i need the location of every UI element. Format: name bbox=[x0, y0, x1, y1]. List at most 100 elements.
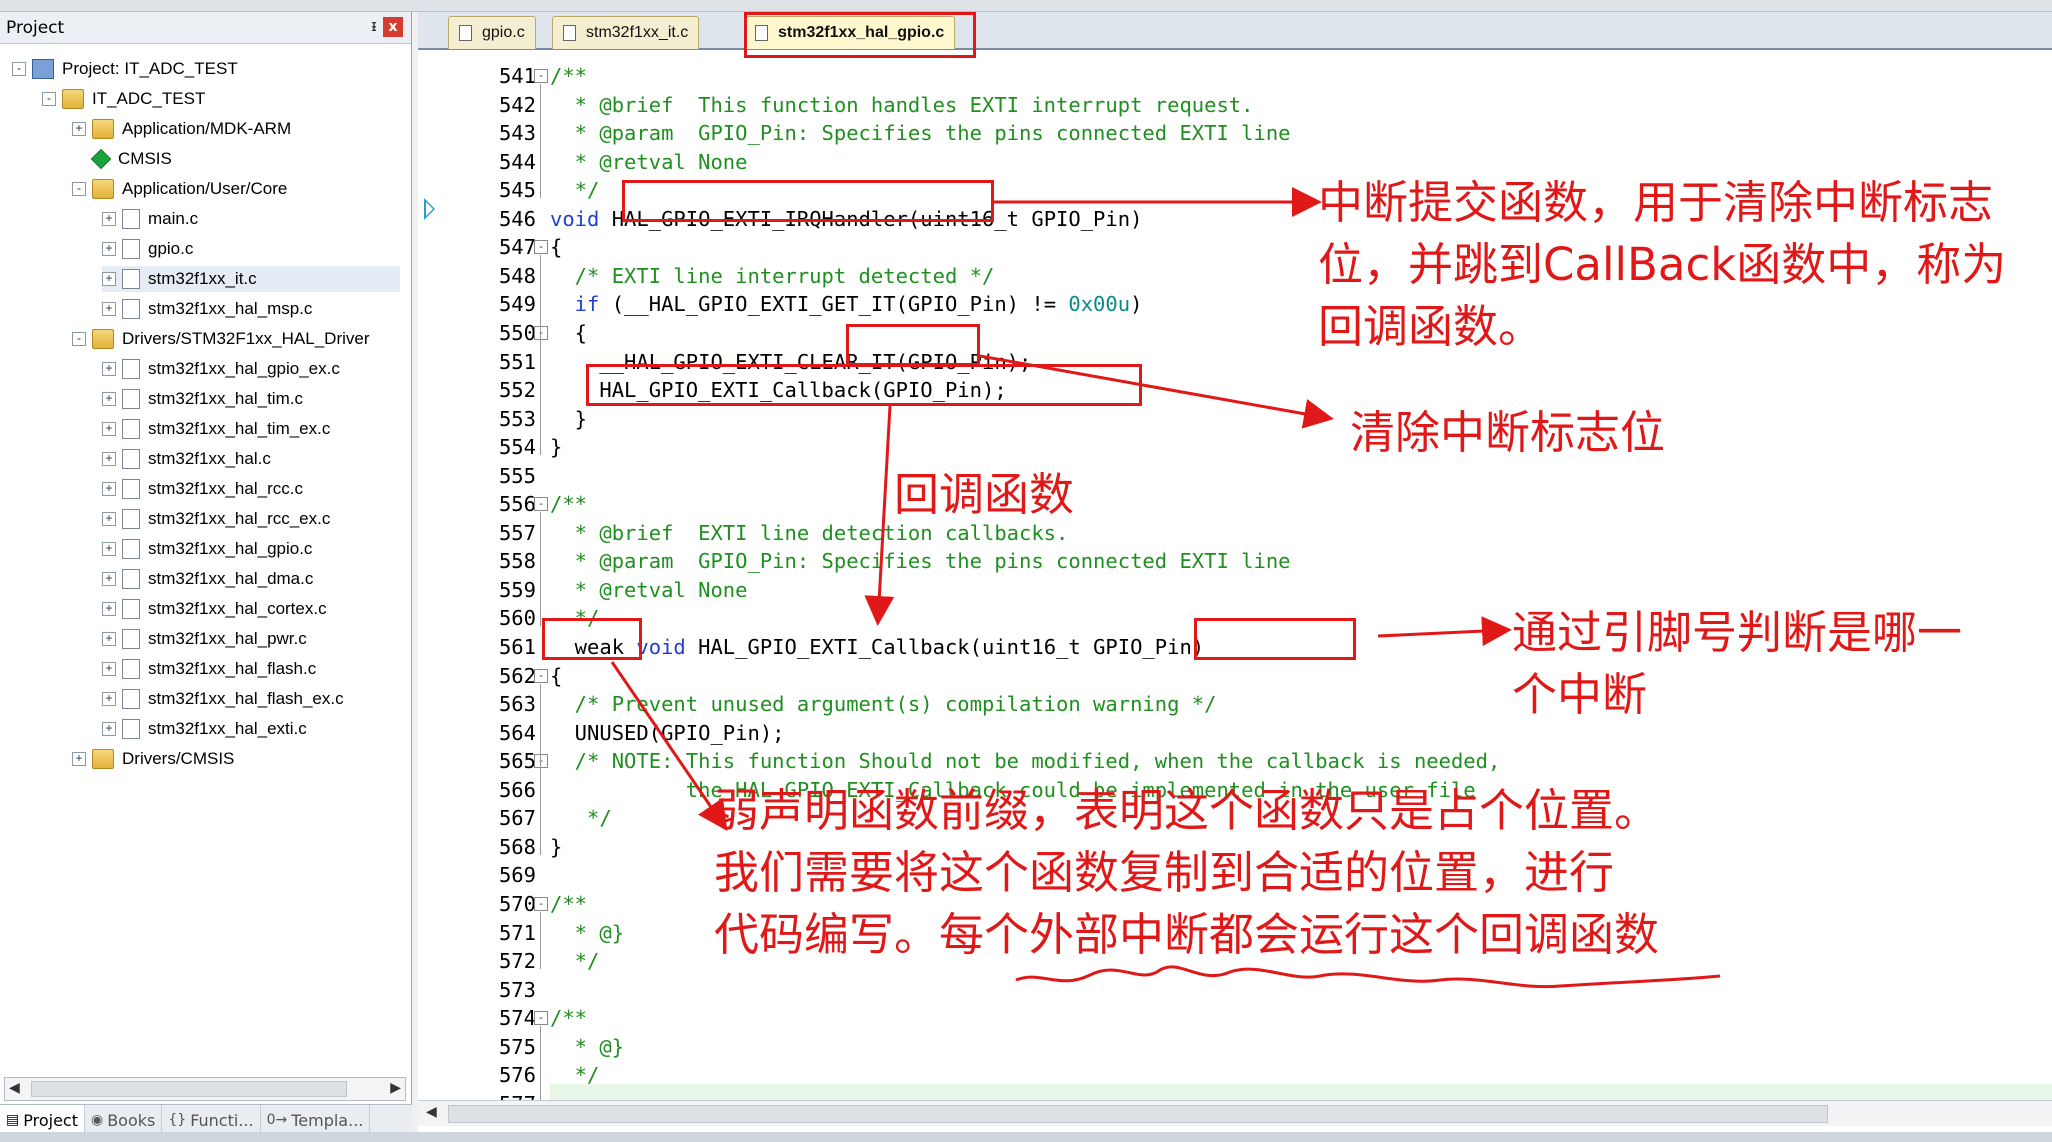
tree-item[interactable]: - Application/User/Core bbox=[72, 176, 287, 202]
pin-icon[interactable]: ᵻ bbox=[371, 16, 377, 35]
tree-item[interactable]: + stm32f1xx_hal_gpio.c bbox=[102, 536, 312, 562]
expand-icon[interactable]: + bbox=[102, 302, 116, 316]
code-line[interactable]: * @retval None bbox=[550, 576, 748, 604]
expand-icon[interactable]: + bbox=[102, 452, 116, 466]
tree-item[interactable]: - Project: IT_ADC_TEST bbox=[12, 56, 238, 82]
scrollbar-thumb[interactable] bbox=[448, 1105, 1828, 1123]
code-line[interactable]: * @param GPIO_Pin: Specifies the pins co… bbox=[550, 547, 1291, 575]
fold-toggle-icon[interactable]: - bbox=[534, 69, 548, 83]
tree-item[interactable]: + stm32f1xx_hal_flash.c bbox=[102, 656, 316, 682]
code-line[interactable]: { bbox=[550, 662, 562, 690]
code-line[interactable]: * @} bbox=[550, 919, 624, 947]
expand-icon[interactable]: + bbox=[102, 512, 116, 526]
expand-icon[interactable]: + bbox=[102, 272, 116, 286]
note-line: 弱声明函数前缀，表明这个函数只是占个位置。 bbox=[714, 784, 1660, 837]
code-line[interactable]: * @brief This function handles EXTI inte… bbox=[550, 91, 1254, 119]
editor-horizontal-scrollbar[interactable]: ◀ bbox=[418, 1100, 2052, 1126]
fold-toggle-icon[interactable]: - bbox=[534, 240, 548, 255]
expand-icon[interactable]: + bbox=[102, 392, 116, 406]
code-line[interactable]: */ bbox=[550, 1061, 600, 1089]
code-line[interactable]: { bbox=[550, 319, 587, 347]
code-line[interactable]: /* NOTE: This function Should not be mod… bbox=[550, 747, 1501, 775]
collapse-icon[interactable]: - bbox=[72, 332, 86, 346]
code-line[interactable]: { bbox=[550, 233, 562, 261]
code-line[interactable]: if (__HAL_GPIO_EXTI_GET_IT(GPIO_Pin) != … bbox=[550, 290, 1143, 318]
tree-item[interactable]: + stm32f1xx_hal_dma.c bbox=[102, 566, 313, 592]
tree-item[interactable]: - Drivers/STM32F1xx_HAL_Driver bbox=[72, 326, 370, 352]
code-line[interactable]: } bbox=[550, 433, 562, 461]
scroll-right-icon[interactable]: ▶ bbox=[390, 1080, 401, 1096]
fold-toggle-icon[interactable]: - bbox=[534, 497, 548, 512]
tree-item-label: stm32f1xx_hal_cortex.c bbox=[148, 599, 327, 618]
tree-item[interactable]: CMSIS bbox=[72, 146, 172, 172]
tree-item[interactable]: + stm32f1xx_hal_msp.c bbox=[102, 296, 312, 322]
panel-tab-templa[interactable]: 0→ Templa... bbox=[261, 1105, 371, 1135]
editor-tab-gpio-c[interactable]: gpio.c bbox=[448, 16, 536, 49]
code-line[interactable]: } bbox=[550, 405, 587, 433]
tree-item[interactable]: + stm32f1xx_hal_pwr.c bbox=[102, 626, 307, 652]
panel-tab-books[interactable]: ◉ Books bbox=[85, 1105, 163, 1135]
code-line[interactable]: * @} bbox=[550, 1033, 624, 1061]
panel-tab-functi[interactable]: {} Functi... bbox=[162, 1105, 261, 1135]
collapse-icon[interactable]: - bbox=[72, 182, 86, 196]
code-line[interactable]: /* Prevent unused argument(s) compilatio… bbox=[550, 690, 1217, 718]
tree-item[interactable]: - IT_ADC_TEST bbox=[42, 86, 205, 112]
tree-item[interactable]: + stm32f1xx_hal_gpio_ex.c bbox=[102, 356, 340, 382]
scroll-left-icon[interactable]: ◀ bbox=[9, 1080, 20, 1096]
code-line[interactable]: /** bbox=[550, 62, 587, 90]
code-line[interactable]: */ bbox=[550, 947, 600, 975]
code-line[interactable]: } bbox=[550, 833, 562, 861]
tree-item[interactable]: + stm32f1xx_hal_tim_ex.c bbox=[102, 416, 330, 442]
code-line[interactable]: * @param GPIO_Pin: Specifies the pins co… bbox=[550, 119, 1291, 147]
tree-item[interactable]: + Application/MDK-ARM bbox=[72, 116, 291, 142]
expand-icon[interactable]: + bbox=[102, 722, 116, 736]
tree-item[interactable]: + gpio.c bbox=[102, 236, 193, 262]
tree-item[interactable]: + stm32f1xx_hal_rcc_ex.c bbox=[102, 506, 330, 532]
code-line[interactable]: __weak void HAL_GPIO_EXTI_Callback(uint1… bbox=[550, 633, 1204, 661]
code-token: /** bbox=[550, 891, 588, 916]
panel-tab-project[interactable]: ▤ Project bbox=[0, 1105, 85, 1135]
tree-item[interactable]: + stm32f1xx_hal_exti.c bbox=[102, 716, 307, 742]
tree-item[interactable]: + stm32f1xx_it.c bbox=[102, 266, 400, 292]
fold-toggle-icon[interactable]: - bbox=[534, 1011, 548, 1026]
expand-icon[interactable]: + bbox=[102, 632, 116, 646]
fold-toggle-icon[interactable]: - bbox=[534, 668, 548, 683]
tree-item[interactable]: + stm32f1xx_hal_flash_ex.c bbox=[102, 686, 344, 712]
code-line[interactable]: UNUSED(GPIO_Pin); bbox=[550, 719, 785, 747]
code-line[interactable]: /** bbox=[550, 890, 587, 918]
expand-icon[interactable]: + bbox=[72, 122, 86, 136]
expand-icon[interactable]: + bbox=[102, 362, 116, 376]
expand-icon[interactable]: + bbox=[102, 242, 116, 256]
fold-toggle-icon[interactable]: - bbox=[534, 896, 548, 911]
editor-tab-stm32f1xx_it-c[interactable]: stm32f1xx_it.c bbox=[552, 16, 700, 49]
expand-icon[interactable]: + bbox=[102, 572, 116, 586]
scrollbar-thumb[interactable] bbox=[31, 1081, 347, 1097]
tree-item[interactable]: + stm32f1xx_hal_tim.c bbox=[102, 386, 303, 412]
fold-toggle-icon[interactable]: - bbox=[534, 325, 548, 340]
scroll-left-icon[interactable]: ◀ bbox=[426, 1104, 437, 1120]
code-line[interactable]: /* EXTI line interrupt detected */ bbox=[550, 262, 995, 290]
code-line[interactable]: */ bbox=[550, 176, 600, 204]
expand-icon[interactable]: + bbox=[102, 542, 116, 556]
collapse-icon[interactable]: - bbox=[12, 62, 26, 76]
tree-item[interactable]: + stm32f1xx_hal_cortex.c bbox=[102, 596, 327, 622]
expand-icon[interactable]: + bbox=[72, 752, 86, 766]
expand-icon[interactable]: + bbox=[102, 662, 116, 676]
tree-item[interactable]: + stm32f1xx_hal.c bbox=[102, 446, 271, 472]
tree-item[interactable]: + main.c bbox=[102, 206, 198, 232]
collapse-icon[interactable]: - bbox=[42, 92, 56, 106]
expand-icon[interactable]: + bbox=[102, 692, 116, 706]
expand-icon[interactable]: + bbox=[102, 482, 116, 496]
expand-icon[interactable]: + bbox=[102, 212, 116, 226]
code-line[interactable]: * @retval None bbox=[550, 148, 748, 176]
horizontal-scrollbar[interactable]: ◀ ▶ bbox=[4, 1077, 406, 1101]
fold-toggle-icon[interactable]: - bbox=[534, 754, 548, 769]
code-line[interactable]: /** bbox=[550, 490, 587, 518]
tree-item[interactable]: + stm32f1xx_hal_rcc.c bbox=[102, 476, 303, 502]
code-line[interactable]: /** bbox=[550, 1004, 587, 1032]
close-icon[interactable]: x bbox=[383, 17, 403, 37]
expand-icon[interactable]: + bbox=[102, 602, 116, 616]
code-line[interactable]: */ bbox=[550, 804, 612, 832]
expand-icon[interactable]: + bbox=[102, 422, 116, 436]
tree-item[interactable]: + Drivers/CMSIS bbox=[72, 746, 234, 772]
